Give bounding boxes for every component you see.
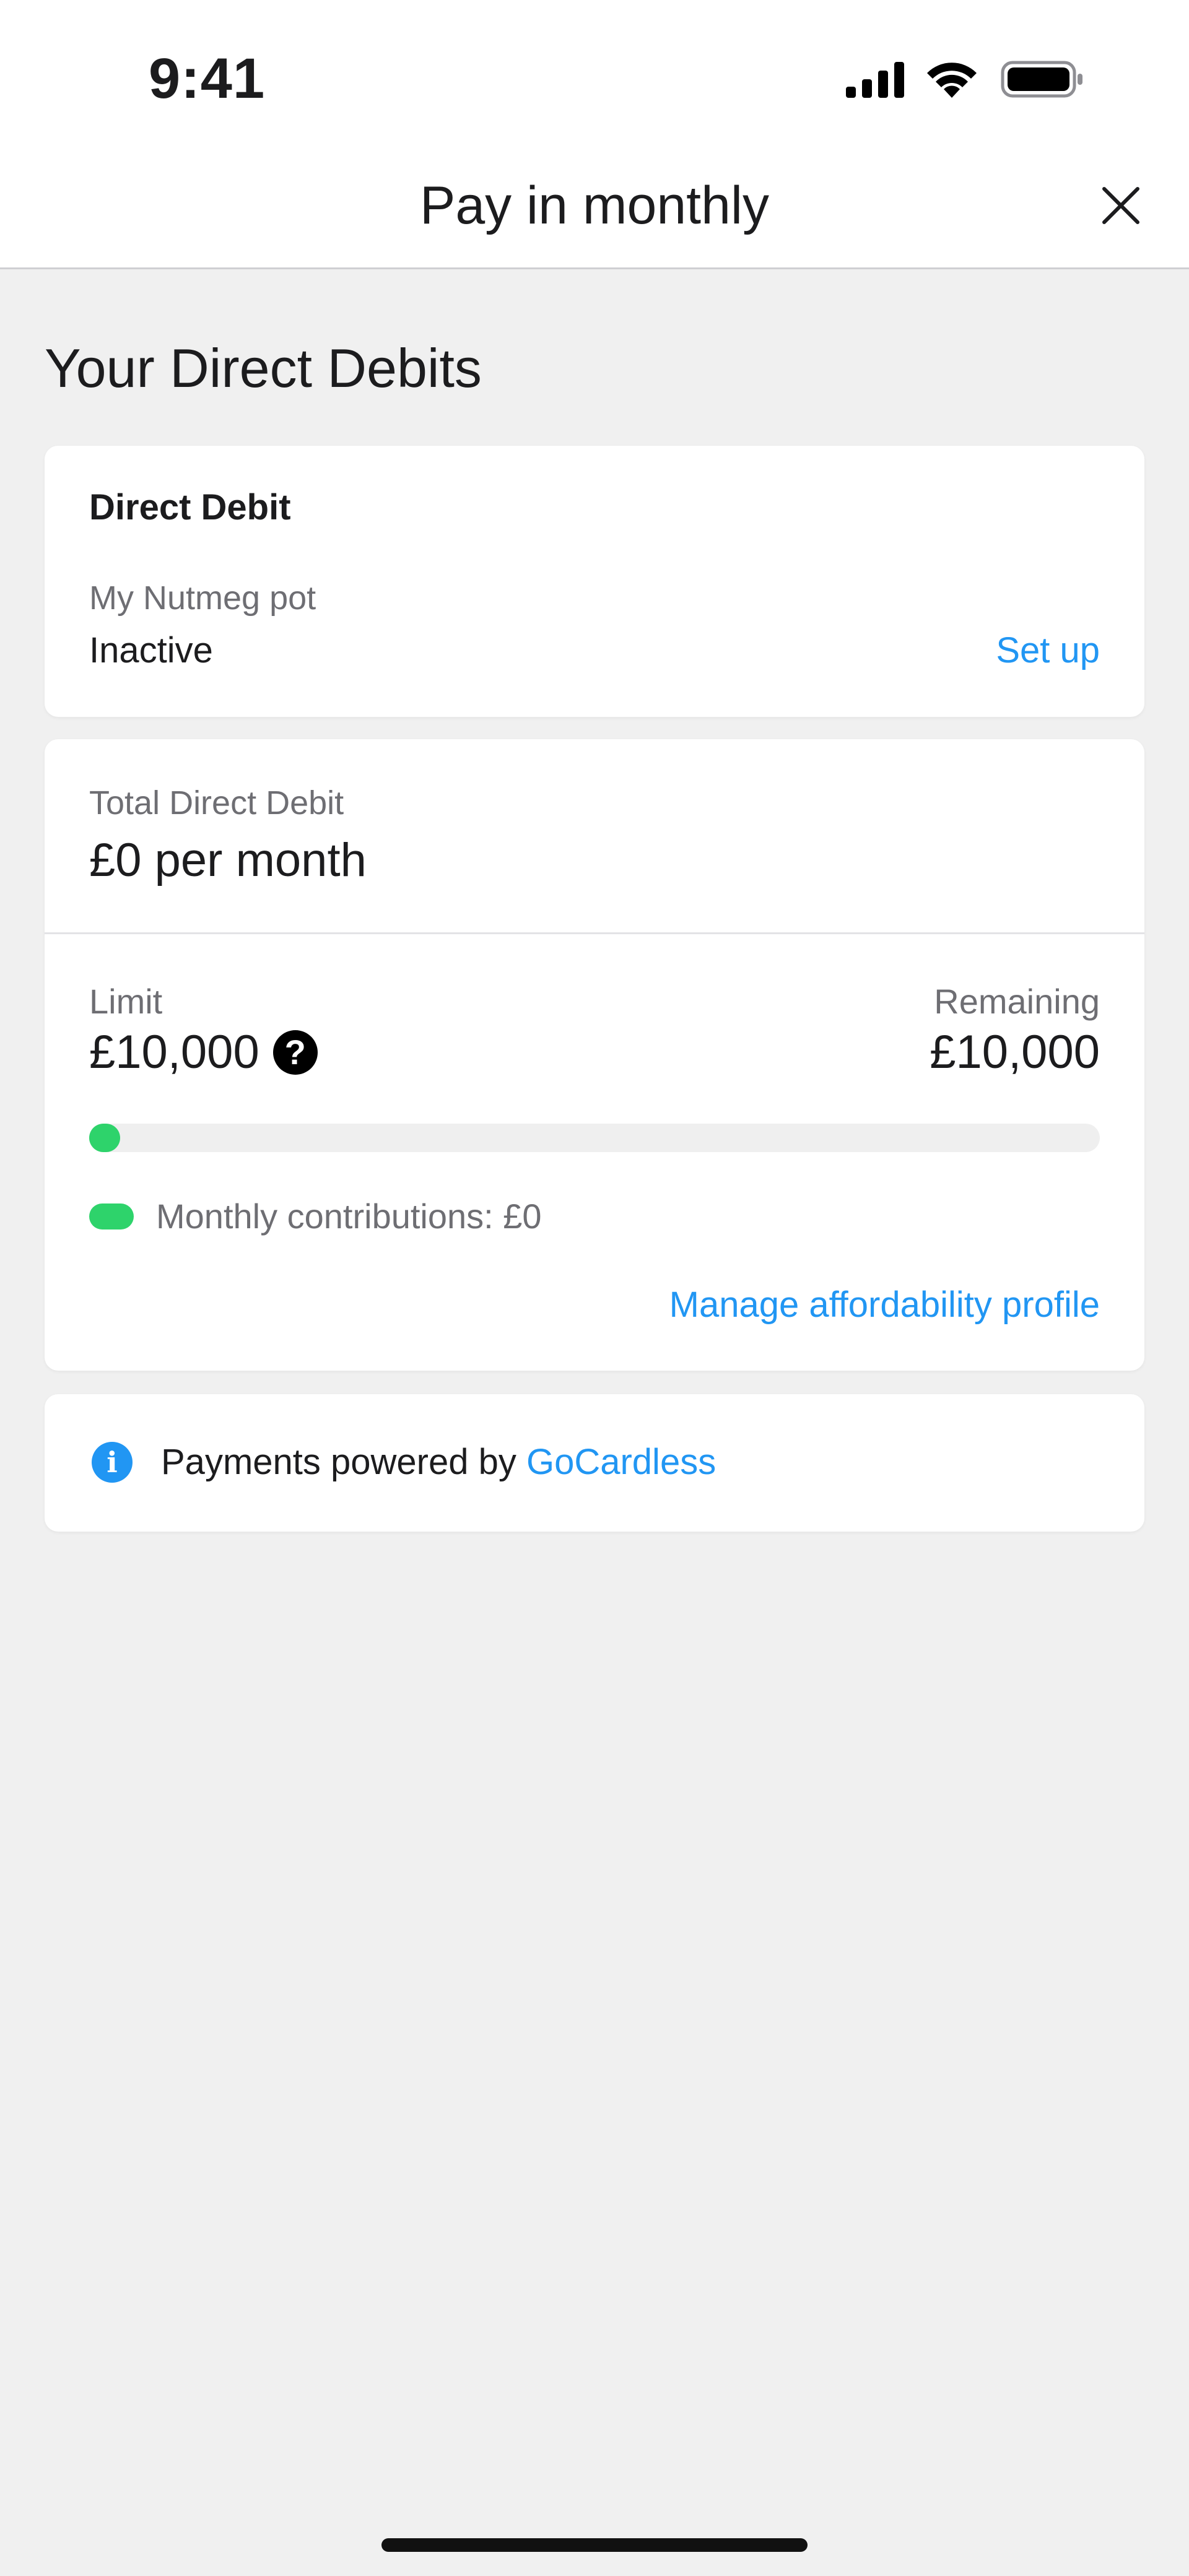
remaining-label: Remaining bbox=[934, 982, 1100, 1021]
total-value: £0 per month bbox=[89, 834, 367, 887]
close-button[interactable] bbox=[1096, 181, 1146, 230]
limit-value-row: £10,000 ? bbox=[89, 1025, 318, 1080]
home-indicator bbox=[381, 2538, 808, 2552]
status-time: 9:41 bbox=[149, 47, 266, 110]
powered-by-text: Payments powered by bbox=[161, 1442, 526, 1482]
progress-legend: Monthly contributions: £0 bbox=[89, 1195, 542, 1238]
wifi-icon bbox=[927, 63, 977, 98]
limit-value: £10,000 bbox=[89, 1026, 259, 1078]
legend-label: Monthly contributions: £0 bbox=[156, 1197, 542, 1236]
signal-icon bbox=[846, 62, 904, 98]
close-icon bbox=[1102, 187, 1139, 224]
card-divider bbox=[45, 932, 1144, 934]
total-label: Total Direct Debit bbox=[89, 784, 344, 822]
help-icon[interactable]: ? bbox=[272, 1030, 318, 1075]
legend-swatch bbox=[89, 1203, 134, 1229]
manage-affordability-link[interactable]: Manage affordability profile bbox=[669, 1283, 1100, 1327]
nav-bar: Pay in monthly bbox=[0, 142, 1189, 269]
page-title: Pay in monthly bbox=[419, 176, 770, 235]
section-title: Your Direct Debits bbox=[45, 337, 482, 399]
status-icons bbox=[845, 59, 1084, 99]
battery-icon bbox=[1001, 61, 1082, 98]
limit-label: Limit bbox=[89, 982, 163, 1021]
set-up-link[interactable]: Set up bbox=[996, 629, 1100, 672]
remaining-value: £10,000 bbox=[930, 1026, 1100, 1078]
contributions-progress-bar bbox=[89, 1124, 1100, 1152]
pot-name: My Nutmeg pot bbox=[89, 579, 316, 617]
direct-debit-status: Inactive bbox=[89, 630, 213, 670]
direct-debit-heading: Direct Debit bbox=[89, 487, 291, 527]
progress-fill bbox=[89, 1124, 120, 1152]
gocardless-link[interactable]: GoCardless bbox=[526, 1441, 716, 1484]
powered-by-row: i Payments powered by GoCardless bbox=[92, 1441, 716, 1484]
status-bar: 9:41 bbox=[0, 0, 1189, 142]
info-icon: i bbox=[92, 1442, 133, 1483]
